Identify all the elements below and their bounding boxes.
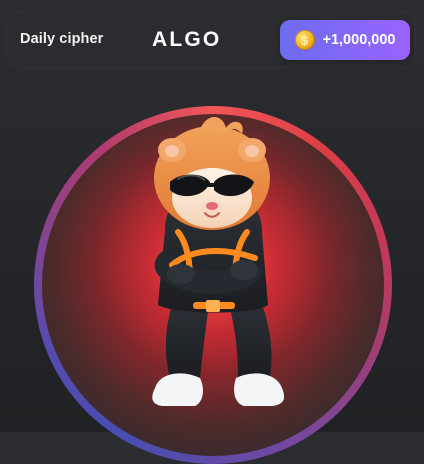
reward-amount: +1,000,000 (322, 32, 396, 48)
tap-circle-glow (88, 150, 338, 370)
coin-icon: $ (294, 30, 315, 50)
daily-cipher-word: ALGO (152, 28, 222, 51)
claim-reward-button[interactable]: $ +1,000,000 (280, 20, 410, 60)
daily-cipher-bar: Daily cipher ALGO $ +1,000,000 (6, 12, 416, 68)
daily-cipher-label: Daily cipher (20, 31, 104, 47)
